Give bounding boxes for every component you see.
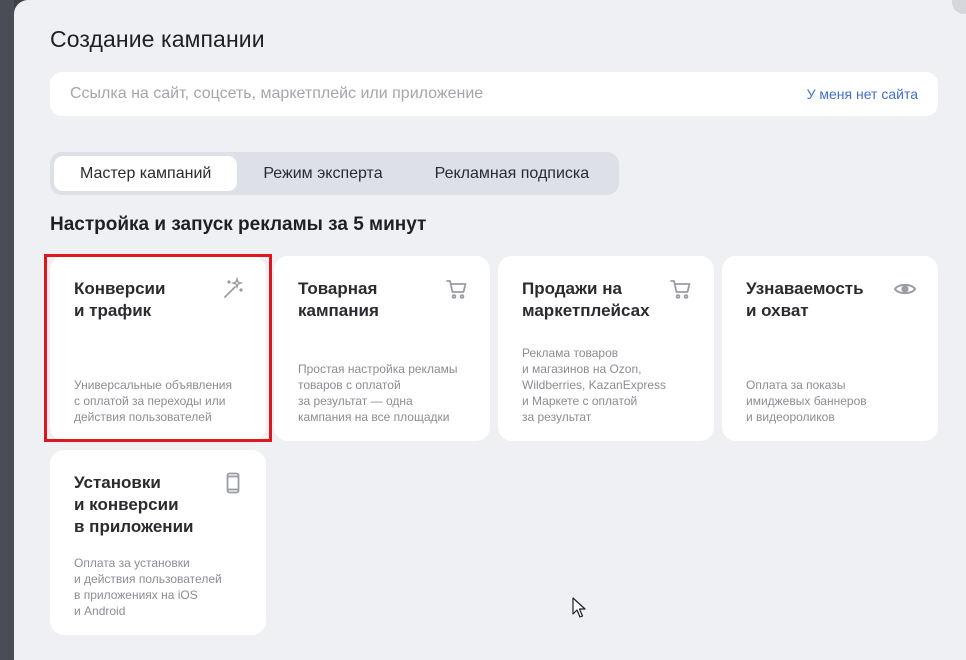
tab-expert-mode[interactable]: Режим эксперта <box>237 156 408 191</box>
card-awareness-reach[interactable]: Узнаваемость и охват Оплата за показы им… <box>722 256 938 441</box>
card-title: Узнаваемость и охват <box>746 279 864 320</box>
page-backdrop <box>0 0 14 660</box>
card-description: Реклама товаров и магазинов на Ozon, Wil… <box>522 346 667 424</box>
card-conversions-traffic[interactable]: Конверсии и трафик Универсальные объявле… <box>50 256 266 441</box>
card-title: Конверсии и трафик <box>74 279 166 320</box>
tab-campaign-wizard[interactable]: Мастер кампаний <box>54 156 238 191</box>
tab-ad-subscription[interactable]: Рекламная подписка <box>409 156 616 191</box>
no-site-link[interactable]: У меня нет сайта <box>807 86 918 102</box>
url-field-container: У меня нет сайта <box>50 72 938 116</box>
close-button[interactable] <box>952 0 966 14</box>
eye-icon <box>892 276 918 302</box>
mode-tabs: Мастер кампаний Режим эксперта Рекламная… <box>50 152 620 195</box>
url-input[interactable] <box>70 85 750 103</box>
cart-icon <box>668 276 694 302</box>
card-description: Оплата за установки и действия пользоват… <box>74 556 222 618</box>
card-description: Простая настройка рекламы товаров с опла… <box>298 362 458 424</box>
modal-title: Создание кампании <box>50 26 265 52</box>
create-campaign-modal: Создание кампании У меня нет сайта Масте… <box>14 0 966 660</box>
cart-icon <box>444 276 470 302</box>
card-title: Товарная кампания <box>298 279 379 320</box>
card-description: Универсальные объявления с оплатой за пе… <box>74 378 232 424</box>
card-title: Установки и конверсии в приложении <box>74 473 194 536</box>
card-product-campaign[interactable]: Товарная кампания Простая настройка рекл… <box>274 256 490 441</box>
card-description: Оплата за показы имиджевых баннеров и ви… <box>746 378 867 424</box>
card-title: Продажи на маркетплейсах <box>522 279 650 320</box>
card-app-installs[interactable]: Установки и конверсии в приложении Оплат… <box>50 450 266 635</box>
section-title: Настройка и запуск рекламы за 5 минут <box>50 214 427 235</box>
card-marketplace-sales[interactable]: Продажи на маркетплейсах Реклама товаров… <box>498 256 714 441</box>
mouse-cursor-icon <box>572 597 586 618</box>
magic-wand-icon <box>220 276 246 302</box>
smartphone-icon <box>220 470 246 496</box>
